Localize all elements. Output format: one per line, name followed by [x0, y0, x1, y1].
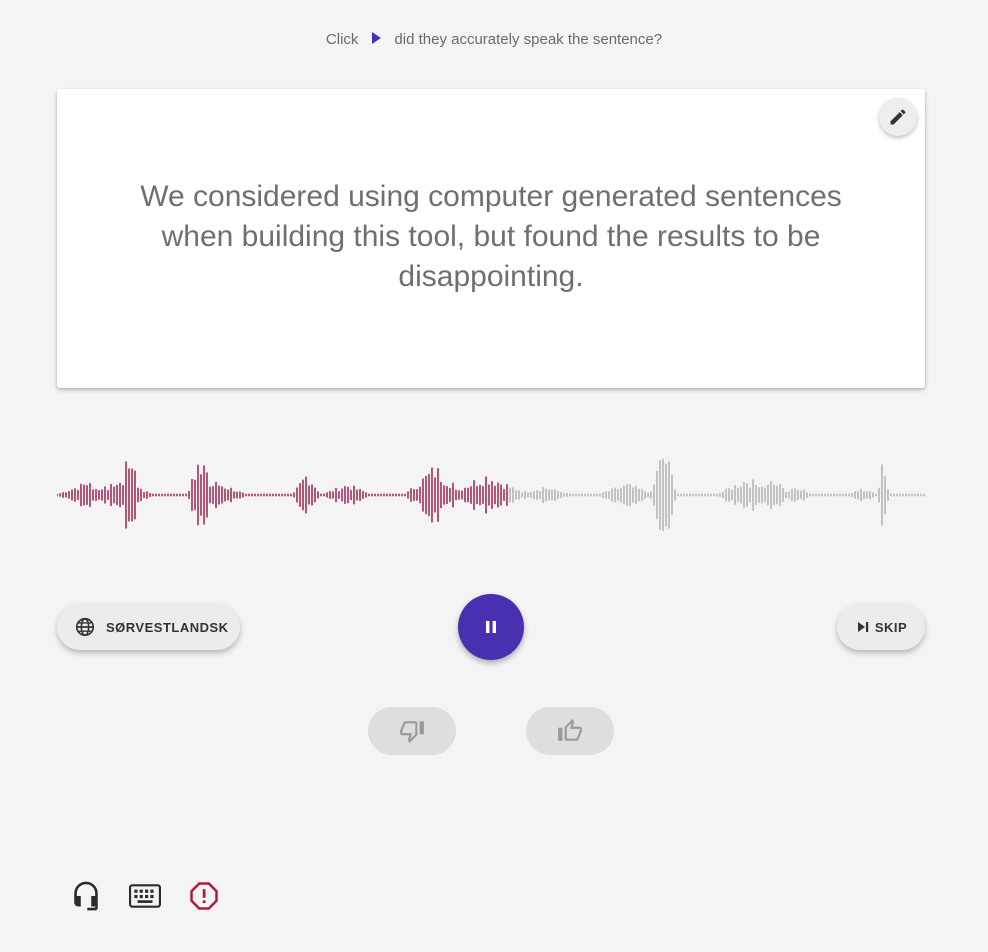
sentence-text: We considered using computer generated s… — [140, 180, 842, 293]
report-button[interactable] — [187, 879, 221, 913]
thumbs-down-button[interactable] — [368, 707, 456, 755]
instruction-suffix: did they accurately speak the sentence? — [394, 31, 663, 48]
page: Click did they accurately speak the sent… — [0, 0, 988, 952]
dialect-label: SØRVESTLANDSK — [106, 619, 229, 635]
pause-icon — [486, 621, 496, 633]
sentence-card: We considered using computer generated s… — [57, 89, 925, 388]
skip-button[interactable]: SKIP — [837, 604, 925, 650]
thumb-down-icon — [400, 721, 424, 743]
skip-next-icon — [857, 622, 869, 632]
instruction: Click did they accurately speak the sent… — [0, 31, 988, 48]
globe-icon — [75, 617, 95, 637]
play-icon — [372, 31, 382, 44]
skip-label: SKIP — [874, 619, 908, 635]
edit-button[interactable] — [879, 98, 917, 136]
instruction-prefix: Click — [325, 31, 359, 48]
report-icon — [190, 882, 218, 910]
keyboard-shortcuts-button[interactable] — [128, 879, 162, 913]
waveform[interactable] — [57, 445, 925, 545]
headset-button[interactable] — [69, 879, 103, 913]
headset-icon — [74, 881, 98, 911]
pause-button[interactable] — [458, 594, 524, 660]
keyboard-icon — [129, 884, 161, 908]
pencil-icon — [890, 109, 906, 125]
thumb-up-icon — [558, 719, 582, 741]
dialect-button[interactable]: SØRVESTLANDSK — [57, 604, 240, 650]
thumbs-up-button[interactable] — [526, 707, 614, 755]
